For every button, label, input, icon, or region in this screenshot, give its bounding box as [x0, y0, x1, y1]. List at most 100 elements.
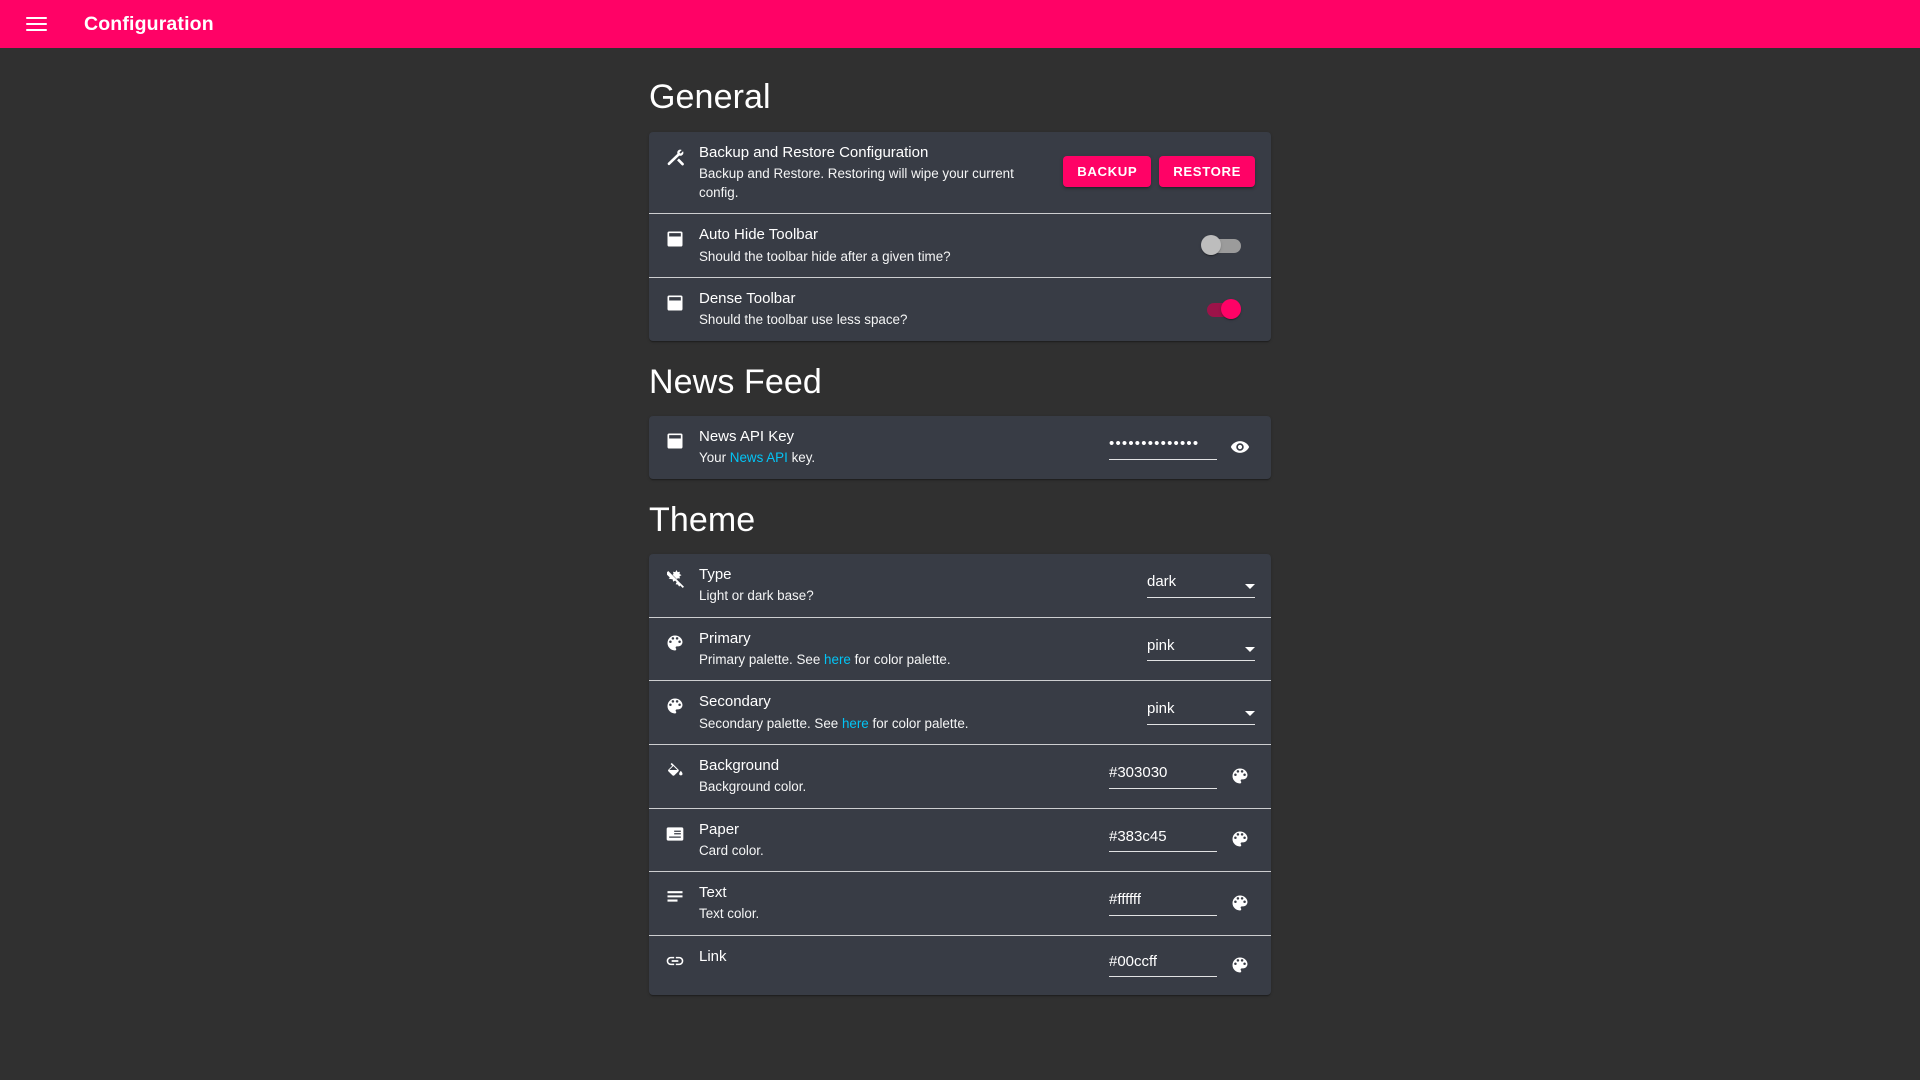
hamburger-menu-icon[interactable] [14, 2, 58, 46]
row-title: Auto Hide Toolbar [699, 226, 818, 244]
palette-icon[interactable] [1225, 761, 1255, 791]
dense-toolbar-toggle[interactable] [1197, 290, 1255, 328]
subtitle-suffix: for color palette. [850, 652, 951, 668]
row-title: Type [699, 566, 732, 584]
settings-scroll-area[interactable]: General Backup and Restore Configuration… [0, 48, 1920, 1080]
news-api-key-input[interactable]: •••••••••••••• [1109, 433, 1217, 461]
row-title: Text [699, 884, 727, 902]
row-news-api-key-text: News API Key Your News API key. [699, 426, 1109, 468]
chevron-down-icon [1245, 647, 1255, 653]
menu-bar-2 [25, 23, 47, 25]
row-subtitle: Secondary palette. See here for color pa… [699, 714, 1137, 733]
menu-bar-1 [25, 17, 47, 19]
settings-content: General Backup and Restore Configuration… [649, 48, 1271, 995]
background-color-input[interactable]: #303030 [1109, 763, 1217, 789]
row-auto-hide-toolbar-text: Auto Hide Toolbar Should the toolbar hid… [699, 224, 1197, 266]
paper-color-input[interactable]: #383c45 [1109, 827, 1217, 853]
row-theme-link-text: Link [699, 946, 1109, 968]
row-title: Link [699, 947, 727, 965]
toolbar-icon [665, 426, 699, 451]
subtitle-prefix: Your [699, 450, 730, 466]
select-value: dark [1147, 573, 1177, 591]
color-value: #383c45 [1109, 827, 1167, 845]
general-card: Backup and Restore Configuration Backup … [649, 131, 1271, 341]
row-dense-toolbar-text: Dense Toolbar Should the toolbar use les… [699, 288, 1197, 330]
brightness-dark-icon [665, 564, 699, 590]
palette-icon [665, 691, 699, 716]
row-backup-restore: Backup and Restore Configuration Backup … [649, 132, 1271, 214]
section-heading-news-feed: News Feed [649, 362, 822, 401]
page-title: Configuration [84, 12, 214, 35]
toolbar-icon [665, 224, 699, 249]
theme-type-select[interactable]: dark [1147, 572, 1255, 598]
row-subtitle: Card color. [699, 842, 764, 858]
menu-bar-3 [25, 29, 47, 31]
row-theme-type: Type Light or dark base? dark [649, 554, 1271, 617]
color-value: #303030 [1109, 764, 1168, 781]
row-theme-background-action: #303030 [1109, 757, 1255, 795]
row-theme-text: Text Text color. #ffffff [649, 871, 1271, 935]
select-value: pink [1147, 636, 1175, 654]
subtitle-suffix: for color palette. [868, 715, 969, 731]
color-value: #00ccff [1109, 952, 1158, 970]
toggle-thumb [1221, 298, 1241, 319]
link-color-input[interactable]: #00ccff [1109, 952, 1217, 978]
row-subtitle: Backup and Restore. Restoring will wipe … [699, 165, 1014, 201]
text-lines-icon [665, 882, 699, 907]
theme-secondary-select[interactable]: pink [1147, 699, 1255, 725]
news-feed-card: News API Key Your News API key. ••••••••… [649, 416, 1271, 479]
section-heading-general: General [649, 78, 771, 116]
card-icon [665, 819, 699, 844]
row-subtitle: Text color. [699, 906, 760, 922]
row-theme-type-action: dark [1147, 566, 1255, 604]
row-subtitle: Your News API key. [699, 448, 1099, 467]
primary-palette-link[interactable]: here [824, 652, 851, 667]
chevron-down-icon [1245, 710, 1255, 716]
palette-icon[interactable] [1225, 950, 1255, 980]
secondary-palette-link[interactable]: here [842, 716, 869, 731]
palette-icon [665, 628, 699, 653]
auto-hide-toolbar-toggle[interactable] [1197, 226, 1255, 264]
palette-icon[interactable] [1225, 824, 1255, 854]
subtitle-prefix: Secondary palette. See [699, 715, 842, 731]
row-title: Paper [699, 820, 740, 838]
row-auto-hide-toolbar-action [1197, 226, 1255, 264]
row-title: Secondary [699, 693, 771, 711]
theme-primary-select[interactable]: pink [1147, 636, 1255, 662]
row-theme-paper: Paper Card color. #383c45 [649, 807, 1271, 872]
row-theme-secondary: Secondary Secondary palette. See here fo… [649, 680, 1271, 744]
color-value: #ffffff [1109, 891, 1141, 909]
news-api-link[interactable]: News API [730, 450, 788, 465]
row-theme-primary: Primary Primary palette. See here for co… [649, 616, 1271, 681]
row-theme-primary-action: pink [1147, 630, 1255, 668]
row-theme-background: Background Background color. #303030 [649, 743, 1271, 808]
text-color-input[interactable]: #ffffff [1109, 890, 1217, 916]
row-theme-link: Link #00ccff [649, 934, 1271, 995]
row-backup-restore-actions: BACKUP RESTORE [1063, 153, 1255, 191]
row-title: Primary [699, 629, 751, 647]
link-icon [665, 946, 699, 971]
row-theme-secondary-action: pink [1147, 693, 1255, 731]
row-dense-toolbar: Dense Toolbar Should the toolbar use les… [649, 276, 1271, 341]
row-theme-secondary-text: Secondary Secondary palette. See here fo… [699, 691, 1147, 733]
row-title: Dense Toolbar [699, 289, 796, 307]
chevron-down-icon [1245, 583, 1255, 589]
palette-icon[interactable] [1225, 888, 1255, 918]
backup-button[interactable]: BACKUP [1063, 156, 1152, 188]
row-subtitle: Light or dark base? [699, 588, 814, 604]
row-dense-toolbar-action [1197, 290, 1255, 328]
row-subtitle: Should the toolbar hide after a given ti… [699, 248, 951, 264]
eye-icon[interactable] [1225, 432, 1255, 462]
row-theme-paper-action: #383c45 [1109, 820, 1255, 858]
row-theme-link-action: #00ccff [1109, 946, 1255, 984]
row-theme-background-text: Background Background color. [699, 755, 1109, 797]
row-title: News API Key [699, 428, 795, 446]
row-auto-hide-toolbar: Auto Hide Toolbar Should the toolbar hid… [649, 213, 1271, 277]
row-backup-restore-text: Backup and Restore Configuration Backup … [699, 142, 1063, 203]
format-color-fill-icon [665, 755, 699, 780]
toolbar-icon [665, 288, 699, 313]
row-news-api-key-action: •••••••••••••• [1109, 428, 1255, 466]
restore-button[interactable]: RESTORE [1159, 156, 1255, 188]
row-subtitle: Should the toolbar use less space? [699, 312, 908, 328]
row-theme-type-text: Type Light or dark base? [699, 564, 1147, 606]
